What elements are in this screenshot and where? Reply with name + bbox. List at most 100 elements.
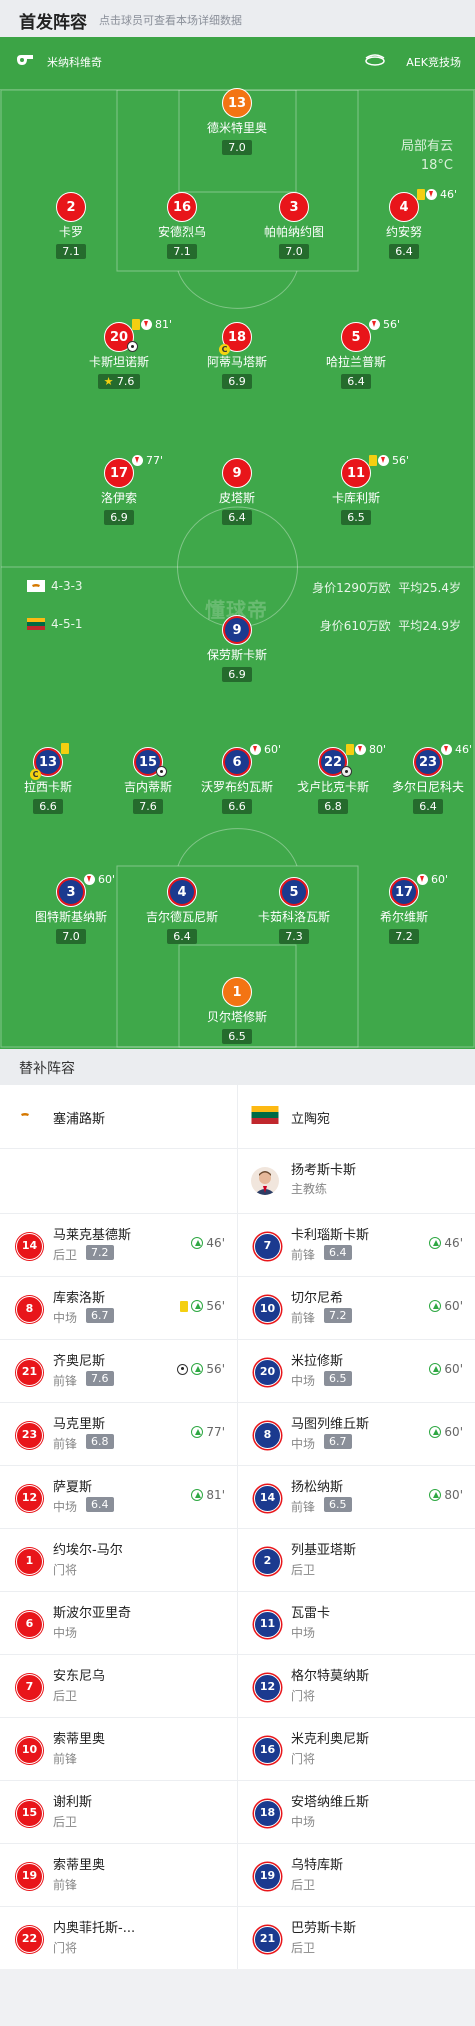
sub-name: 齐奥尼斯 xyxy=(53,1354,106,1369)
away-avg-age: 平均24.9岁 xyxy=(398,619,461,633)
player-number: 4 xyxy=(167,877,197,907)
sub-number: 8 xyxy=(254,1422,281,1449)
sub-rating: 6.7 xyxy=(324,1434,352,1449)
home-player[interactable]: 3 帕帕纳约图 7.0 xyxy=(244,192,344,259)
away-sub-player[interactable]: 10 切尔尼希 前锋 7.2 60' xyxy=(238,1277,475,1339)
home-sub-player[interactable]: 1 约埃尔-马尔 门将 xyxy=(0,1529,238,1591)
sub-number: 15 xyxy=(16,1800,43,1827)
player-events: 46' xyxy=(441,743,472,756)
player-rating: ★ 7.6 xyxy=(97,374,141,389)
sub-in-minute: 56' xyxy=(206,1299,225,1313)
away-player[interactable]: 5 卡茹科洛瓦斯 7.3 xyxy=(244,877,344,944)
sub-name: 卡利瑙斯卡斯 xyxy=(291,1228,370,1243)
player-number: 9 xyxy=(222,615,252,645)
goal-ball-icon xyxy=(341,766,352,777)
home-value: 身价1290万欧 xyxy=(312,581,391,595)
player-name: 卡库利斯 xyxy=(331,491,380,505)
rating-value: 6.4 xyxy=(228,511,246,524)
yellow-card-icon xyxy=(180,1300,189,1312)
home-player[interactable]: 2 卡罗 7.1 xyxy=(21,192,121,259)
home-sub-player[interactable]: 21 齐奥尼斯 前锋 7.6 56' xyxy=(0,1340,238,1402)
home-sub-player[interactable]: 22 内奥菲托斯-... 门将 xyxy=(0,1907,238,1969)
sub-in-icon xyxy=(191,1237,204,1249)
rating-value: 7.1 xyxy=(173,245,191,258)
away-coach[interactable]: 扬考斯卡斯 主教练 xyxy=(238,1149,475,1213)
home-sub-player[interactable]: 10 索蒂里奥 前锋 xyxy=(0,1718,238,1780)
home-sub-player[interactable]: 15 谢利斯 后卫 xyxy=(0,1781,238,1843)
player-number: 4 xyxy=(389,192,419,222)
home-player[interactable]: 4 46' 约安努 6.4 xyxy=(354,188,457,259)
player-number: 1 xyxy=(222,977,252,1007)
sub-out-icon xyxy=(355,744,366,755)
lithuania-flag-icon xyxy=(251,1106,279,1124)
home-player[interactable]: 20 81' 卡斯坦诺斯 ★ 7.6 xyxy=(69,318,172,389)
home-sub-player[interactable]: 6 斯波尔亚里奇 中场 xyxy=(0,1592,238,1654)
sub-name: 谢利斯 xyxy=(53,1795,93,1810)
rating-value: 6.9 xyxy=(228,668,246,681)
home-player[interactable]: 17 77' 洛伊索 6.9 xyxy=(69,454,169,525)
away-player[interactable]: 17 60' 希尔维斯 7.2 xyxy=(354,873,454,944)
away-player[interactable]: 9 保劳斯卡斯 6.9 xyxy=(187,615,287,682)
away-player[interactable]: 22 80' 戈卢比克卡斯 6.8 xyxy=(283,743,386,814)
sub-rating: 6.4 xyxy=(86,1497,114,1512)
home-sub-player[interactable]: 19 索蒂里奥 前锋 xyxy=(0,1844,238,1906)
subs-away-team: 立陶宛 xyxy=(238,1085,475,1148)
away-sub-player[interactable]: 21 巴劳斯卡斯 后卫 xyxy=(238,1907,475,1969)
home-player[interactable]: 11 56' 卡库利斯 6.5 xyxy=(306,454,409,525)
home-sub-player[interactable]: 14 马莱克基德斯 后卫 7.2 46' xyxy=(0,1214,238,1276)
home-player[interactable]: 5 56' 哈拉兰普斯 6.4 xyxy=(306,318,406,389)
sub-events: 46' xyxy=(429,1236,463,1250)
rating-value: 6.6 xyxy=(39,800,57,813)
sub-out-icon xyxy=(417,874,428,885)
player-number: 17 xyxy=(389,877,419,907)
home-sub-player[interactable]: 8 库索洛斯 中场 6.7 56' xyxy=(0,1277,238,1339)
player-number: 9 xyxy=(222,458,252,488)
sub-name: 乌特库斯 xyxy=(291,1858,344,1873)
away-sub-player[interactable]: 2 列基亚塔斯 后卫 xyxy=(238,1529,475,1591)
home-sub-player[interactable]: 23 马克里斯 前锋 6.8 77' xyxy=(0,1403,238,1465)
sub-events: 56' xyxy=(177,1362,225,1376)
sub-events: 60' xyxy=(429,1425,463,1439)
home-player[interactable]: 16 安德烈乌 7.1 xyxy=(132,192,232,259)
away-player[interactable]: 6 60' 沃罗布约瓦斯 6.6 xyxy=(187,743,287,814)
home-sub-player[interactable]: 12 萨夏斯 中场 6.4 81' xyxy=(0,1466,238,1528)
away-sub-player[interactable]: 12 格尔特莫纳斯 门将 xyxy=(238,1655,475,1717)
rating-value: 6.4 xyxy=(395,245,413,258)
home-player[interactable]: 9 皮塔斯 6.4 xyxy=(187,458,287,525)
home-sub-player[interactable]: 7 安东尼乌 后卫 xyxy=(0,1655,238,1717)
sub-position: 前锋 xyxy=(291,1311,316,1325)
away-player[interactable]: 3 60' 图特斯基纳斯 7.0 xyxy=(21,873,121,944)
home-player[interactable]: 18 C 阿蒂马塔斯 6.9 xyxy=(187,322,287,389)
player-name: 卡茹科洛瓦斯 xyxy=(257,910,330,924)
sub-out-icon xyxy=(378,455,389,466)
away-sub-player[interactable]: 16 米克利奥尼斯 门将 xyxy=(238,1718,475,1780)
away-sub-player[interactable]: 14 扬松纳斯 前锋 6.5 80' xyxy=(238,1466,475,1528)
goal-ball-icon xyxy=(156,766,167,777)
player-number: 16 xyxy=(167,192,197,222)
lineup-subtitle: 点击球员可查看本场详细数据 xyxy=(99,14,242,27)
away-sub-player[interactable]: 7 卡利瑙斯卡斯 前锋 6.4 46' xyxy=(238,1214,475,1276)
rating-value: 6.9 xyxy=(228,375,246,388)
away-player[interactable]: 4 吉尔德瓦尼斯 6.4 xyxy=(132,877,232,944)
away-sub-player[interactable]: 19 乌特库斯 后卫 xyxy=(238,1844,475,1906)
away-player[interactable]: 13 C 拉西卡斯 6.6 xyxy=(0,743,98,814)
player-rating: 6.6 xyxy=(222,799,252,814)
sub-events: 60' xyxy=(429,1362,463,1376)
away-sub-player[interactable]: 8 马图列维丘斯 中场 6.7 60' xyxy=(238,1403,475,1465)
away-sub-player[interactable]: 18 安塔纳维丘斯 中场 xyxy=(238,1781,475,1843)
home-player[interactable]: 13 德米特里奥 7.0 xyxy=(187,88,287,155)
sub-number: 1 xyxy=(16,1548,43,1575)
weather-temp: 18°C xyxy=(420,158,453,173)
away-player[interactable]: 15 吉内蒂斯 7.6 xyxy=(98,747,198,814)
away-player[interactable]: 23 46' 多尔日尼科夫 6.4 xyxy=(378,743,475,814)
player-number: 5 xyxy=(279,877,309,907)
away-sub-player[interactable]: 20 米拉修斯 中场 6.5 60' xyxy=(238,1340,475,1402)
away-sub-player[interactable]: 11 瓦雷卡 中场 xyxy=(238,1592,475,1654)
sub-name: 内奥菲托斯-... xyxy=(53,1921,136,1936)
player-name: 希尔维斯 xyxy=(379,910,428,924)
player-number: 23 xyxy=(413,747,443,777)
player-name: 阿蒂马塔斯 xyxy=(206,355,267,369)
away-player[interactable]: 1 贝尔塔修斯 6.5 xyxy=(187,977,287,1044)
sub-number: 12 xyxy=(16,1485,43,1512)
yellow-card-icon xyxy=(369,455,377,466)
